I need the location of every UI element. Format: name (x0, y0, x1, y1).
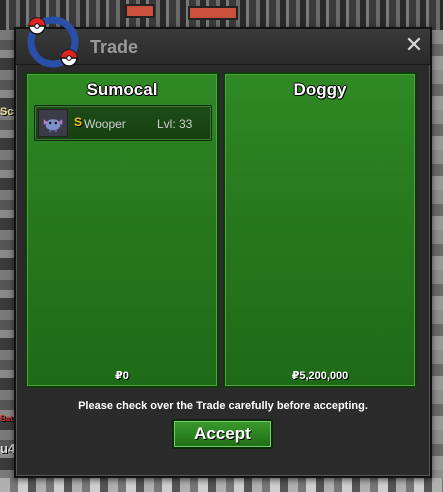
accept-button[interactable]: Accept (172, 419, 273, 449)
dialog-title: Trade (90, 37, 139, 57)
trader-name: Sumocal (86, 80, 158, 99)
trade-panel-partner: Doggy ₽5,200,000 (223, 72, 417, 388)
pokemon-name: Wooper (84, 117, 126, 131)
game-background-bottom (0, 478, 443, 492)
close-icon[interactable]: ✕ (404, 34, 424, 56)
trade-panel-self: Sumocal S Wooper Lvl: 33 ₽0 (25, 72, 219, 388)
trade-money-offer: ₽5,200,000 (291, 370, 349, 382)
trade-notice: Please check over the Trade carefully be… (78, 400, 368, 412)
trade-money-offer[interactable]: ₽0 (27, 369, 217, 382)
trade-dialog: Trade ✕ Sumocal S Wooper Lvl: 33 ₽0 Dogg… (14, 16, 432, 478)
trader-name: Doggy (293, 80, 347, 99)
wooper-sprite-icon (38, 109, 68, 137)
background-text-fragment: u4 (0, 441, 16, 456)
pokemon-level: Lvl: 33 (157, 117, 193, 131)
trade-item-row[interactable]: S Wooper Lvl: 33 (34, 105, 212, 141)
trade-swap-icon (27, 16, 79, 68)
shiny-marker: S (74, 115, 83, 129)
background-text-fragment: Sc (0, 106, 14, 118)
background-roof-tile (188, 6, 238, 20)
background-roof-tile (125, 4, 155, 18)
background-text-fragment: Bat (0, 414, 13, 423)
